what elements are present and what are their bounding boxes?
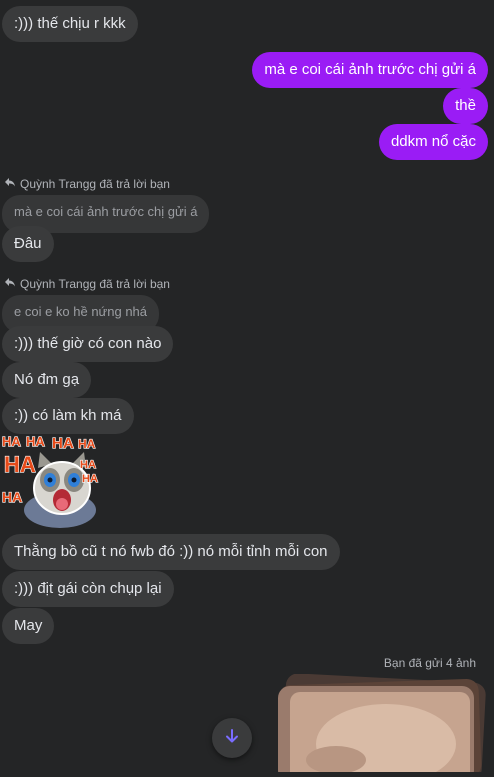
photo-stack[interactable] <box>276 673 488 777</box>
message-bubble-outgoing[interactable]: thề <box>443 88 488 124</box>
message-text: Thằng bồ cũ t nó fwb đó :)) nó mỗi tỉnh … <box>14 543 328 560</box>
message-bubble-incoming[interactable]: :))) địt gái còn chụp lại <box>2 571 174 607</box>
message-bubble-outgoing[interactable]: ddkm nổ cặc <box>378 124 488 160</box>
message-bubble-incoming[interactable]: Nó đm gạ <box>2 362 92 398</box>
sticker-text: HA <box>2 489 22 505</box>
sticker-text: HA <box>52 435 74 452</box>
message-text: :))) địt gái còn chụp lại <box>14 580 162 597</box>
message-text: mà e coi cái ảnh trước chị gửi á <box>264 61 476 78</box>
message-bubble-incoming[interactable]: :))) thế giờ có con nào <box>2 326 174 362</box>
message-bubble-incoming[interactable]: :)) có làm kh má <box>2 398 134 434</box>
sticker-text: HA <box>78 437 96 451</box>
sticker-text: HA <box>26 434 45 449</box>
message-text: May <box>14 617 43 634</box>
message-bubble-outgoing[interactable]: mà e coi cái ảnh trước chị gửi á <box>252 52 488 88</box>
message-text: thề <box>455 97 476 114</box>
reply-quote-text: e coi e ko hề nứng nhá <box>14 304 148 319</box>
sticker-text: HA <box>2 434 21 449</box>
laughing-cat-sticker[interactable]: HA HA HA HA HA HA HA HA <box>0 432 100 530</box>
sticker-text: HA <box>82 473 98 485</box>
message-bubble-incoming[interactable]: :))) thế chịu r kkk <box>2 6 138 42</box>
scroll-to-bottom-button[interactable] <box>212 718 252 758</box>
reply-header-text: Quỳnh Trangg đã trả lời bạn <box>20 276 170 291</box>
reply-header: Quỳnh Trangg đã trả lời bạn <box>4 176 170 191</box>
message-text: :))) thế giờ có con nào <box>14 335 162 352</box>
reply-arrow-icon <box>4 176 16 191</box>
reply-arrow-icon <box>4 276 16 291</box>
sent-photos-note: Bạn đã gửi 4 ảnh <box>383 656 476 670</box>
reply-quote-text: mà e coi cái ảnh trước chị gửi á <box>14 204 198 219</box>
message-text: ddkm nổ cặc <box>390 133 476 150</box>
message-bubble-incoming[interactable]: May <box>2 608 55 644</box>
sticker-text: HA <box>80 459 96 471</box>
arrow-down-icon <box>224 728 240 749</box>
message-bubble-incoming[interactable]: Thằng bồ cũ t nó fwb đó :)) nó mỗi tỉnh … <box>2 534 340 570</box>
message-text: Nó đm gạ <box>14 371 80 388</box>
message-bubble-incoming[interactable]: Đâu <box>2 226 54 262</box>
reply-header: Quỳnh Trangg đã trả lời bạn <box>4 276 170 291</box>
sticker-text: HA <box>4 452 36 477</box>
message-text: :)) có làm kh má <box>14 407 122 424</box>
message-text: :))) thế chịu r kkk <box>14 15 126 32</box>
reply-header-text: Quỳnh Trangg đã trả lời bạn <box>20 176 170 191</box>
message-text: Đâu <box>14 235 42 252</box>
